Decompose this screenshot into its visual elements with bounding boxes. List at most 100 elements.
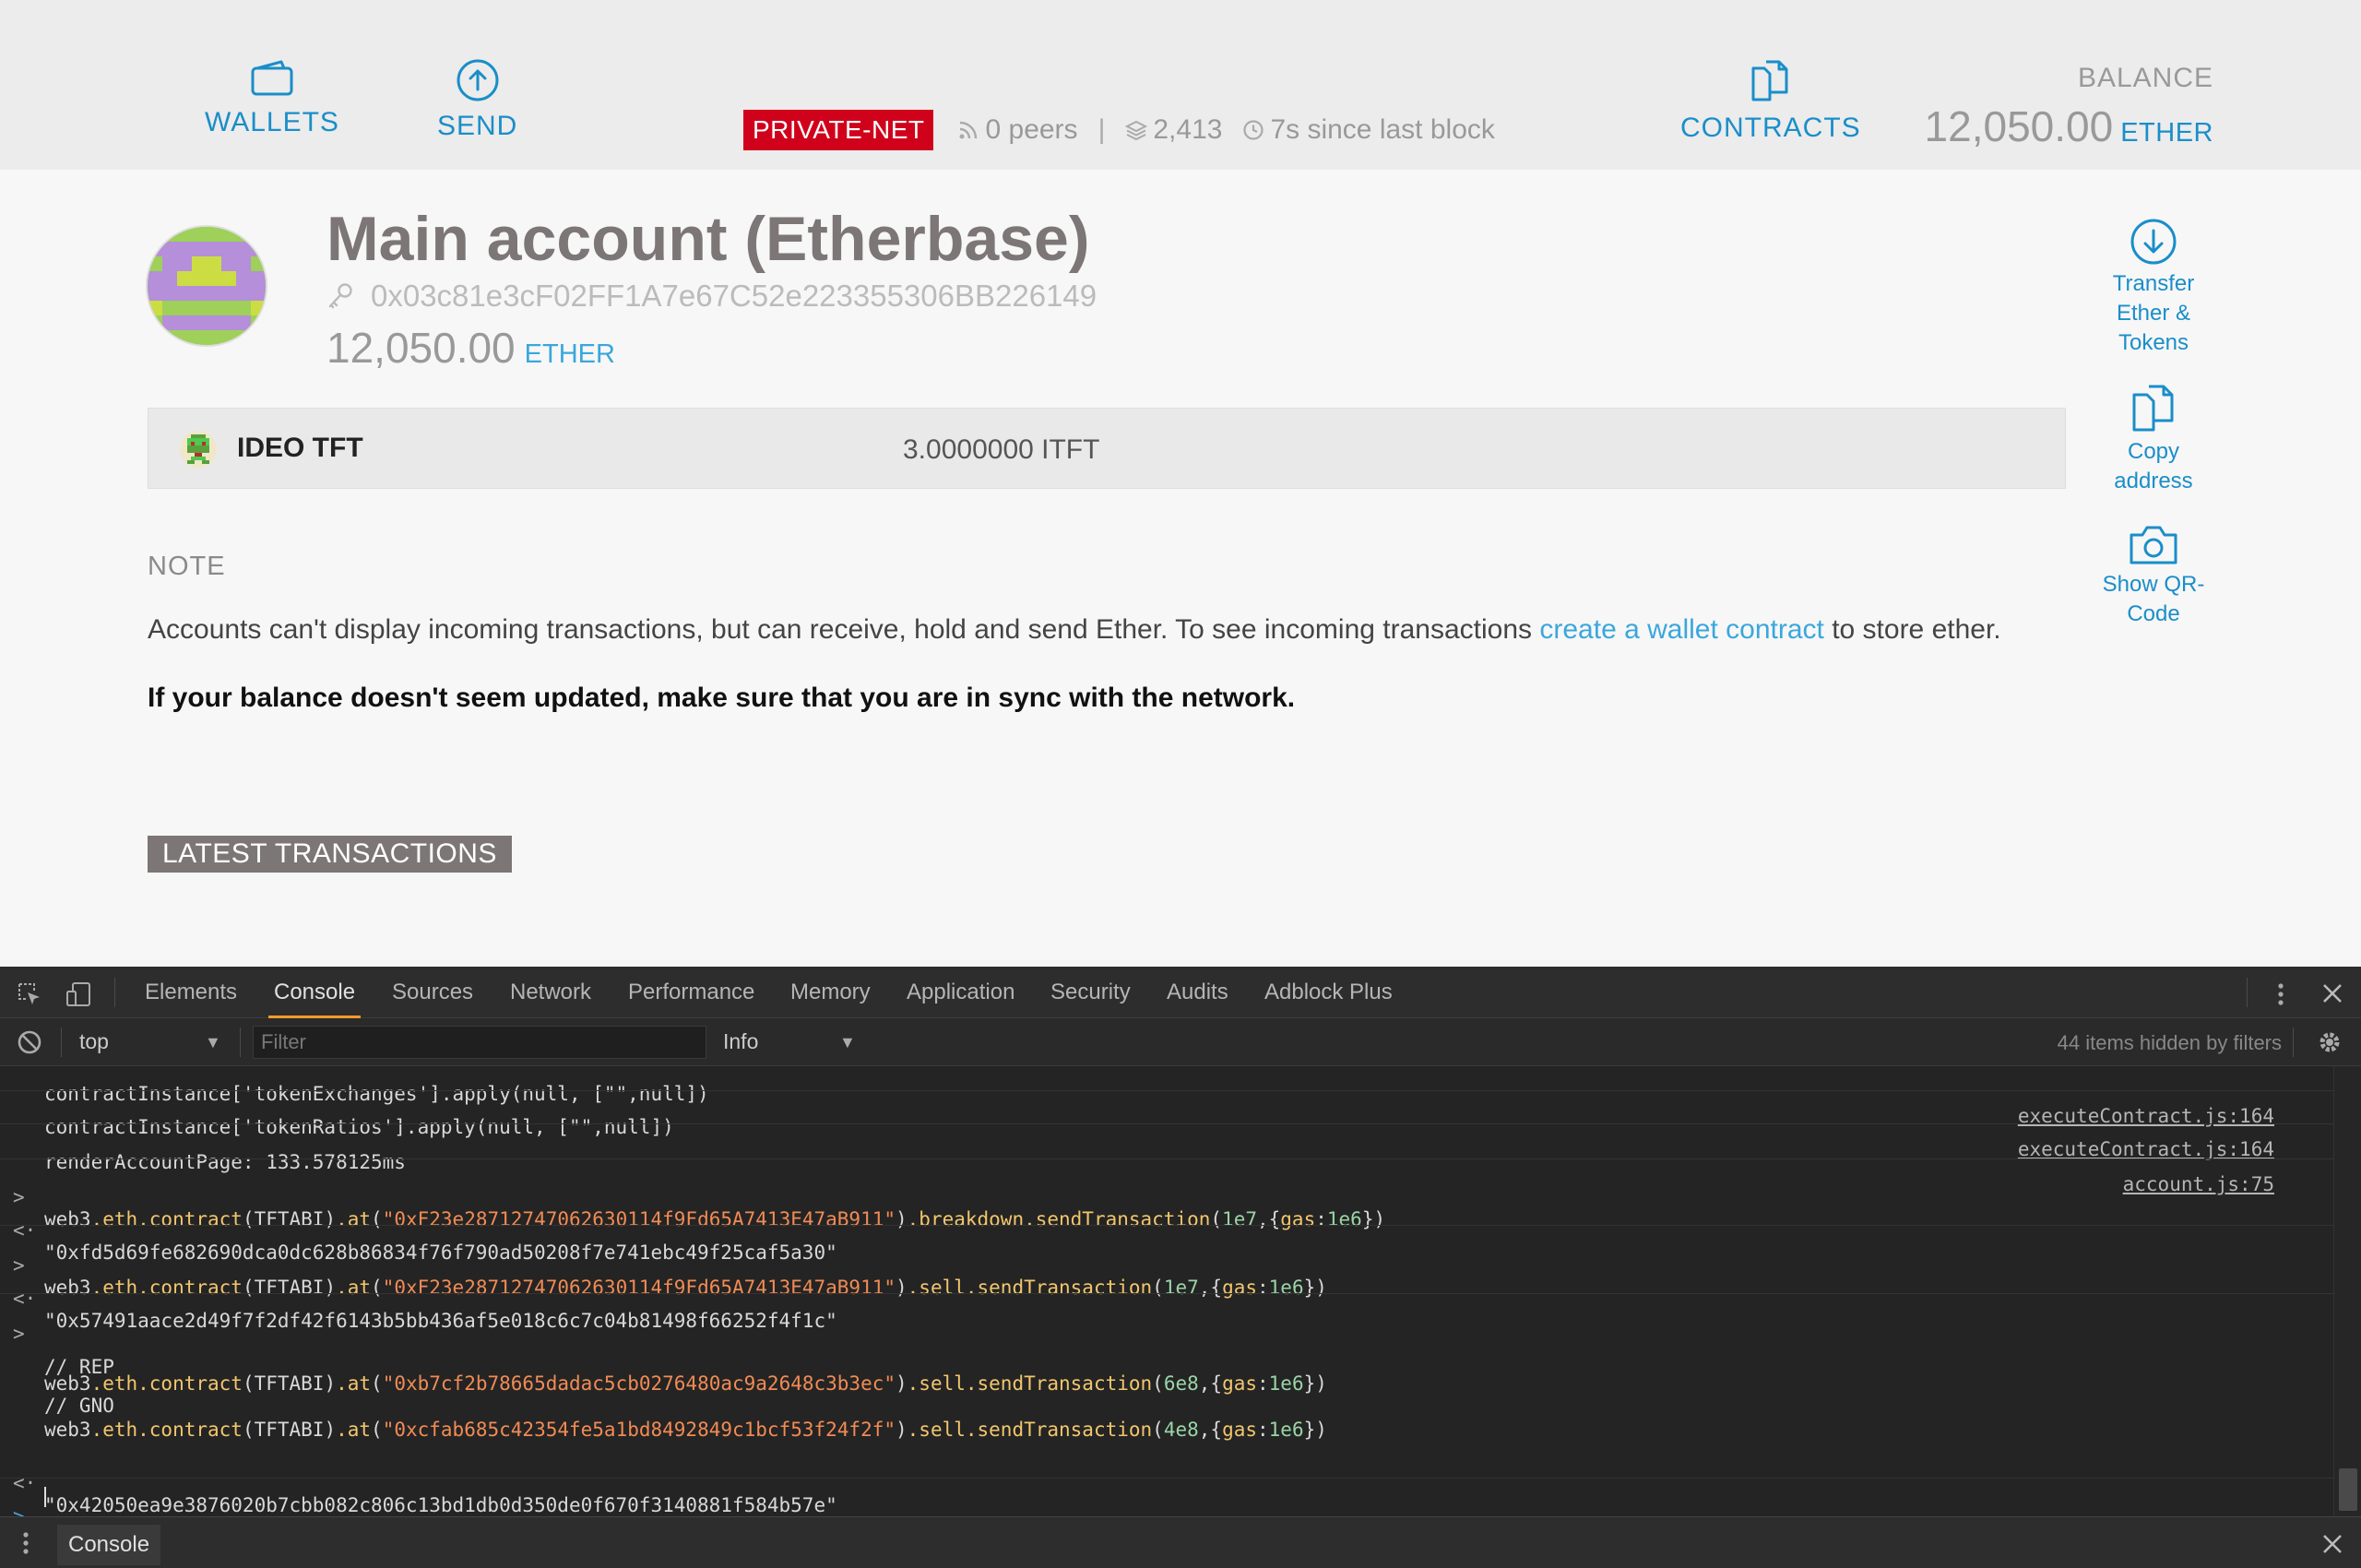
transfer-label-1: Transfer	[2112, 271, 2195, 296]
hidden-items-count: 44 items hidden by filters	[2057, 1031, 2282, 1054]
clock-icon	[1243, 120, 1264, 140]
contracts-icon	[1751, 60, 1788, 101]
close-drawer-icon[interactable]	[2320, 1532, 2344, 1556]
send-arrow-icon	[457, 59, 499, 101]
identicon	[148, 227, 266, 345]
console-filter-input[interactable]	[253, 1026, 706, 1059]
note-heading: NOTE	[148, 552, 226, 581]
layers-icon	[1125, 120, 1148, 141]
nav-contracts[interactable]: CONTRACTS	[1680, 59, 1861, 144]
tab-application[interactable]: Application	[907, 967, 1014, 1018]
status-separator: |	[1097, 114, 1106, 145]
tab-elements[interactable]: Elements	[145, 967, 237, 1018]
log-level-selector[interactable]: Info	[723, 1029, 758, 1054]
inspect-element-icon[interactable]	[17, 981, 42, 1007]
account-address[interactable]: 0x03c81e3cF02FF1A7e67C52e223355306BB2261…	[371, 279, 1097, 314]
show-qr-code-button[interactable]: Show QR- Code	[2094, 522, 2213, 629]
copy-label-2: address	[2114, 469, 2193, 493]
clear-console-icon[interactable]	[17, 1029, 42, 1055]
tab-network[interactable]: Network	[510, 967, 591, 1018]
token-name: IDEO TFT	[237, 433, 363, 463]
more-options-icon[interactable]	[2271, 981, 2291, 1007]
top-navigation: WALLETS SEND PRIVATE-NET 0 peers | 2,413	[0, 0, 2361, 170]
console-divider	[0, 1158, 2333, 1159]
toolbar-divider	[61, 1028, 62, 1057]
console-divider	[0, 1225, 2333, 1226]
copy-address-button[interactable]: Copy address	[2094, 384, 2213, 496]
token-row[interactable]: IDEO TFT 3.0000000 ITFT	[148, 408, 2066, 489]
key-icon	[328, 283, 352, 309]
nav-wallets-label: WALLETS	[205, 107, 339, 137]
transfer-label-3: Tokens	[2118, 330, 2189, 355]
peers-stat: 0 peers	[957, 114, 1078, 146]
close-devtools-icon[interactable]	[2320, 981, 2344, 1005]
device-toolbar-icon[interactable]	[65, 981, 92, 1007]
network-badge: PRIVATE-NET	[743, 110, 934, 150]
balance-unit: ETHER	[2120, 118, 2213, 148]
tab-security[interactable]: Security	[1050, 967, 1131, 1018]
account-balance-value: 12,050.00	[326, 324, 516, 372]
tab-console[interactable]: Console	[267, 967, 362, 1018]
devtools-panel: Elements Console Sources Network Perform…	[0, 967, 2361, 1568]
note-text-before: Accounts can't display incoming transact…	[148, 614, 1540, 645]
toolbar-divider	[2293, 1028, 2294, 1057]
note-text-after: to store ether.	[1823, 614, 2001, 645]
balance-row: 12,050.00 ETHER	[1925, 101, 2213, 151]
block-stat: 2,413	[1125, 114, 1222, 146]
tab-adblock-plus[interactable]: Adblock Plus	[1264, 967, 1393, 1018]
note-text: Accounts can't display incoming transact…	[148, 614, 2001, 646]
peers-count: 0 peers	[985, 114, 1078, 145]
last-block-stat: 7s since last block	[1242, 114, 1495, 146]
sync-warning: If your balance doesn't seem updated, ma…	[148, 683, 1296, 713]
console-output: contractInstance['tokenExchanges'].apply…	[0, 1066, 2361, 1522]
qr-label-1: Show QR-	[2102, 572, 2205, 597]
copy-label-1: Copy	[2127, 439, 2180, 464]
total-balance: BALANCE 12,050.00 ETHER	[1925, 63, 2213, 151]
network-status: PRIVATE-NET 0 peers | 2,413 7s since las…	[743, 109, 1515, 151]
since-last-block: 7s since last block	[1270, 114, 1495, 145]
console-toolbar: top ▼ Info ▼ 44 items hidden by filters	[0, 1018, 2361, 1066]
latest-transactions-heading: LATEST TRANSACTIONS	[148, 836, 512, 873]
console-divider	[0, 1478, 2333, 1479]
transfer-ether-tokens-button[interactable]: Transfer Ether & Tokens	[2094, 218, 2213, 358]
rss-icon	[959, 121, 978, 139]
context-dropdown-icon[interactable]: ▼	[205, 1033, 221, 1052]
create-wallet-contract-link[interactable]: create a wallet contract	[1539, 614, 1823, 645]
toolbar-divider	[240, 1028, 241, 1057]
account-avatar	[148, 227, 266, 345]
console-scrollbar[interactable]	[2333, 1066, 2361, 1522]
log-level-dropdown-icon[interactable]: ▼	[839, 1033, 856, 1052]
account-actions: Transfer Ether & Tokens Copy address Sho…	[2094, 218, 2213, 655]
token-identicon	[180, 431, 217, 468]
camera-icon	[2130, 526, 2177, 564]
console-divider	[0, 1293, 2333, 1294]
account-balance-unit: ETHER	[524, 339, 615, 369]
drawer-menu-icon[interactable]	[20, 1530, 31, 1556]
context-selector[interactable]: top	[79, 1029, 109, 1054]
wallet-icon	[251, 60, 293, 96]
tab-memory[interactable]: Memory	[790, 967, 871, 1018]
account-balance: 12,050.00 ETHER	[326, 323, 615, 373]
tab-audits[interactable]: Audits	[1167, 967, 1228, 1018]
devtools-drawer: Console	[0, 1516, 2361, 1568]
nav-send[interactable]: SEND	[437, 59, 517, 142]
drawer-tab-console[interactable]: Console	[57, 1525, 161, 1565]
nav-send-label: SEND	[437, 111, 518, 141]
toolbar-divider	[2247, 978, 2248, 1007]
tab-performance[interactable]: Performance	[628, 967, 754, 1018]
nav-contracts-label: CONTRACTS	[1680, 113, 1861, 143]
copy-icon	[2132, 385, 2174, 432]
devtools-tabbar: Elements Console Sources Network Perform…	[0, 967, 2361, 1018]
nav-wallets[interactable]: WALLETS	[205, 59, 339, 138]
qr-label-2: Code	[2127, 601, 2180, 626]
tab-sources[interactable]: Sources	[392, 967, 473, 1018]
block-number: 2,413	[1153, 114, 1223, 145]
text-cursor	[44, 1487, 46, 1507]
scrollbar-thumb[interactable]	[2339, 1468, 2357, 1511]
console-divider	[0, 1090, 2333, 1091]
token-amount: 3.0000000 ITFT	[903, 434, 1100, 465]
account-title: Main account (Etherbase)	[326, 204, 1090, 274]
console-settings-gear-icon[interactable]	[2317, 1029, 2343, 1055]
balance-label: BALANCE	[2077, 63, 2213, 93]
account-address-row: 0x03c81e3cF02FF1A7e67C52e223355306BB2261…	[326, 279, 1097, 314]
